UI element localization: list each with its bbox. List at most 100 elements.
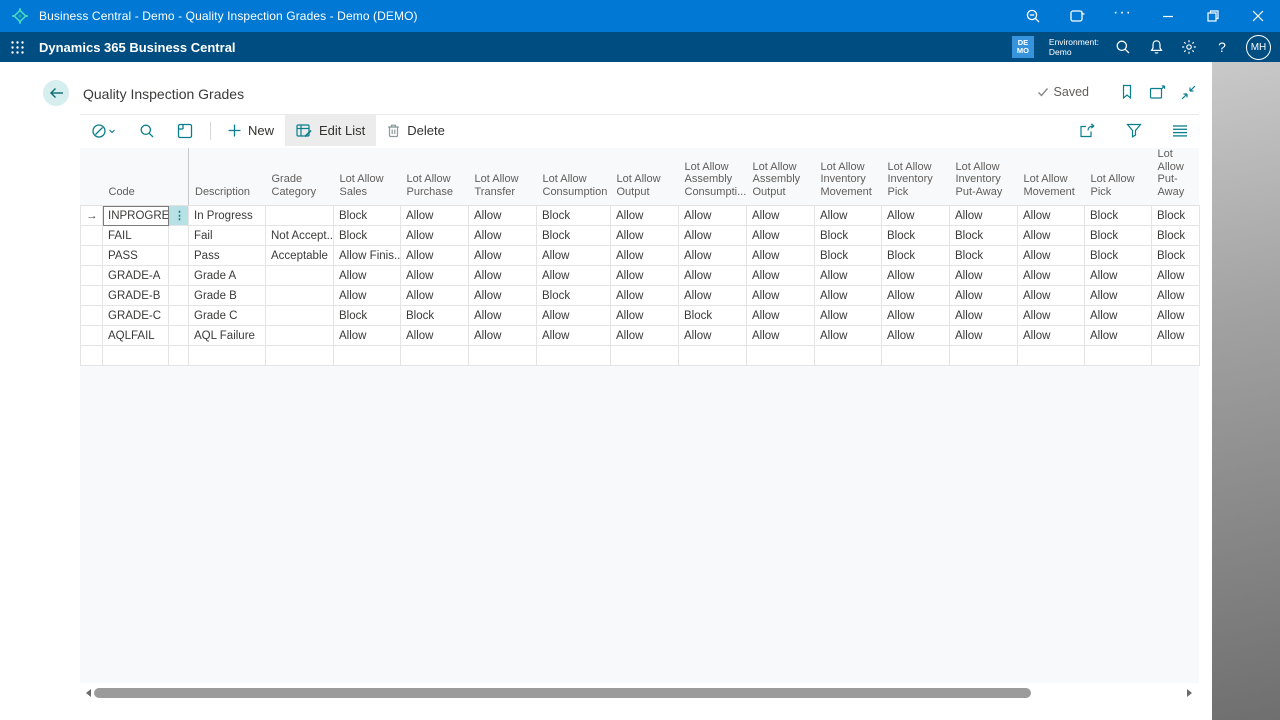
cell-lot-allow[interactable]: Allow [679,286,747,306]
horizontal-scrollbar[interactable] [82,687,1196,699]
cell-empty[interactable] [169,346,189,366]
row-options-button[interactable] [169,306,189,326]
cell-lot-allow[interactable]: Allow [401,246,469,266]
cell-lot-allow[interactable]: Allow [537,246,611,266]
column-header[interactable]: Lot Allow Purchase [401,148,469,206]
cell-lot-allow[interactable]: Allow [334,266,401,286]
row-options-button[interactable] [169,246,189,266]
restore-icon[interactable] [1190,0,1235,32]
related-menu-icon[interactable] [80,115,128,146]
search-icon[interactable] [1114,38,1132,56]
cell-lot-allow[interactable]: Allow [747,266,815,286]
cell-empty[interactable] [815,346,882,366]
close-icon[interactable] [1235,0,1280,32]
column-header[interactable]: Lot Allow Transfer [469,148,537,206]
cell-lot-allow[interactable]: Allow [1085,306,1152,326]
cell-lot-allow[interactable]: Allow [1018,246,1085,266]
cell-lot-allow[interactable]: Allow [882,306,950,326]
zoom-out-icon[interactable] [1010,0,1055,32]
help-icon[interactable]: ? [1213,38,1231,56]
cell-empty[interactable] [469,346,537,366]
cell-lot-allow[interactable]: Block [815,246,882,266]
cell-grade-category[interactable]: Not Accept... [266,226,334,246]
cell-code[interactable]: GRADE-C [103,306,169,326]
row-indicator[interactable] [81,326,103,346]
column-header[interactable]: Lot Allow Movement [1018,148,1085,206]
cell-lot-allow[interactable]: Block [1085,226,1152,246]
cell-lot-allow[interactable]: Allow [537,266,611,286]
cell-empty[interactable] [103,346,169,366]
cell-description[interactable]: Grade A [189,266,266,286]
cell-lot-allow[interactable]: Block [1152,226,1200,246]
cell-lot-allow[interactable]: Block [537,286,611,306]
cell-grade-category[interactable] [266,306,334,326]
row-options-button[interactable] [169,326,189,346]
cell-lot-allow[interactable]: Block [815,226,882,246]
cell-lot-allow[interactable]: Allow [537,326,611,346]
search-list-icon[interactable] [128,115,166,146]
row-indicator[interactable]: → [81,206,103,226]
column-header[interactable]: Lot Allow Consumption [537,148,611,206]
cell-lot-allow[interactable]: Allow [611,326,679,346]
cell-lot-allow[interactable]: Allow [469,286,537,306]
scroll-right-arrow-icon[interactable] [1187,689,1196,697]
cell-lot-allow[interactable]: Block [882,226,950,246]
cell-lot-allow[interactable]: Allow [882,286,950,306]
scrollbar-track[interactable] [94,688,1184,698]
collapse-header-icon[interactable] [1181,85,1196,100]
cell-lot-allow[interactable]: Block [882,246,950,266]
back-button[interactable] [43,80,69,106]
cell-lot-allow[interactable]: Allow [1152,306,1200,326]
column-header[interactable]: Code [103,148,169,206]
analysis-mode-icon[interactable] [166,115,204,146]
pop-out-window-icon[interactable] [1055,0,1100,32]
cell-empty[interactable] [266,346,334,366]
cell-grade-category[interactable] [266,206,334,226]
cell-lot-allow[interactable]: Allow [815,266,882,286]
app-launcher-icon[interactable] [10,40,25,55]
cell-lot-allow[interactable]: Allow [747,306,815,326]
cell-grade-category[interactable] [266,326,334,346]
cell-lot-allow[interactable]: Allow Finis... [334,246,401,266]
cell-lot-allow[interactable]: Allow [469,306,537,326]
cell-lot-allow[interactable]: Block [1085,246,1152,266]
cell-lot-allow[interactable]: Allow [334,326,401,346]
cell-lot-allow[interactable]: Allow [611,226,679,246]
cell-lot-allow[interactable]: Allow [1085,286,1152,306]
cell-lot-allow[interactable]: Block [537,206,611,226]
cell-lot-allow[interactable]: Allow [469,326,537,346]
cell-lot-allow[interactable]: Allow [1085,326,1152,346]
cell-lot-allow[interactable]: Allow [882,206,950,226]
row-indicator[interactable] [81,306,103,326]
cell-grade-category[interactable]: Acceptable [266,246,334,266]
cell-empty[interactable] [611,346,679,366]
cell-lot-allow[interactable]: Allow [611,286,679,306]
cell-code[interactable]: GRADE-B [103,286,169,306]
share-icon[interactable] [1068,123,1107,138]
cell-lot-allow[interactable]: Allow [679,246,747,266]
row-options-button[interactable] [169,226,189,246]
cell-description[interactable]: AQL Failure [189,326,266,346]
cell-lot-allow[interactable]: Allow [1085,266,1152,286]
scrollbar-thumb[interactable] [94,688,1031,698]
cell-empty[interactable] [679,346,747,366]
cell-description[interactable]: Pass [189,246,266,266]
column-header[interactable]: Lot Allow Inventory Movement [815,148,882,206]
settings-gear-icon[interactable] [1180,38,1198,56]
edit-list-button[interactable]: Edit List [285,115,376,146]
cell-grade-category[interactable] [266,266,334,286]
row-options-button[interactable] [169,286,189,306]
cell-lot-allow[interactable]: Allow [747,326,815,346]
cell-lot-allow[interactable]: Allow [401,326,469,346]
cell-lot-allow[interactable]: Allow [747,226,815,246]
cell-lot-allow[interactable]: Block [950,226,1018,246]
show-list-icon[interactable] [1161,124,1199,138]
cell-lot-allow[interactable]: Allow [950,326,1018,346]
column-header[interactable]: Lot Allow Pick [1085,148,1152,206]
cell-lot-allow[interactable]: Allow [815,326,882,346]
cell-lot-allow[interactable]: Allow [679,266,747,286]
cell-lot-allow[interactable]: Allow [611,246,679,266]
column-header[interactable]: Lot Allow Inventory Pick [882,148,950,206]
column-header[interactable]: Lot Allow Sales [334,148,401,206]
environment-badge[interactable]: DE MO [1012,36,1034,58]
